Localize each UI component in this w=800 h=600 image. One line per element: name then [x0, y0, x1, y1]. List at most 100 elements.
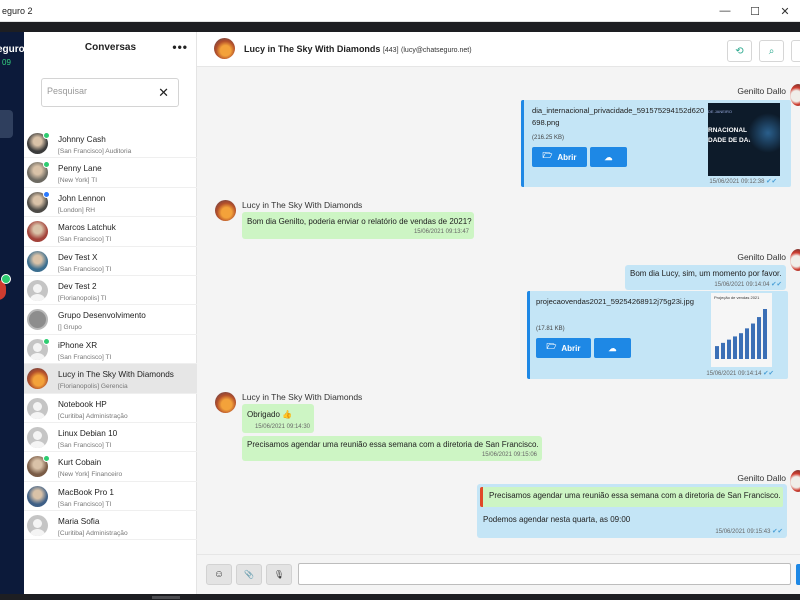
- send-button[interactable]: [796, 564, 800, 585]
- search-input[interactable]: [47, 86, 147, 96]
- smiley-icon: ☺: [213, 569, 225, 580]
- thumbs-up-icon: 👍: [282, 410, 293, 419]
- clear-search-icon[interactable]: ✕: [158, 85, 169, 101]
- more-header-button[interactable]: [791, 40, 800, 62]
- conversation-item[interactable]: Dev Test 2 [Florianopolis] TI: [24, 276, 197, 306]
- thumb-bar: [733, 336, 737, 359]
- download-button[interactable]: ☁: [594, 338, 631, 358]
- conversation-item[interactable]: Penny Lane [New York] TI: [24, 158, 197, 188]
- contact-avatar: [27, 279, 48, 301]
- message-input[interactable]: [298, 563, 791, 585]
- read-receipt-icon: ✔✔: [766, 178, 777, 185]
- sender-avatar: [790, 470, 800, 492]
- thumb-bar: [751, 323, 755, 359]
- contact-location: [San Francisco] TI: [58, 265, 112, 273]
- message-time: 15/06/2021 09:14:14 ✔✔: [706, 370, 774, 377]
- thumb-bar: [721, 342, 725, 359]
- microphone-button[interactable]: 🎙: [266, 564, 292, 585]
- read-receipt-icon: ✔✔: [763, 370, 774, 377]
- contact-name: MacBook Pro 1: [58, 487, 114, 497]
- contact-name: John Lennon: [58, 193, 106, 203]
- folder-icon: 🗁: [542, 151, 553, 160]
- microphone-icon: 🎙: [273, 570, 285, 579]
- conversation-item[interactable]: Kurt Cobain [New York] Financeiro: [24, 452, 197, 482]
- image-thumbnail[interactable]: DE JANEIRO RNACIONAL DA DADE DE DADOS: [708, 103, 780, 176]
- conversation-item[interactable]: iPhone XR [San Francisco] TI: [24, 335, 197, 365]
- thumb-bar: [763, 309, 767, 359]
- chat-panel: Lucy in The Sky With Diamonds [443] (luc…: [197, 32, 800, 594]
- app-navigation: eguro 09: [0, 32, 24, 594]
- message-bubble: Bom dia Lucy, sim, um momento por favor.…: [625, 265, 786, 290]
- presence-status-icon: [43, 132, 50, 139]
- search-icon: ⌕: [768, 45, 775, 57]
- close-button[interactable]: ✕: [770, 0, 800, 22]
- paperclip-icon: 📎: [244, 570, 254, 579]
- conversation-item[interactable]: Notebook HP [Curitiba] Administração: [24, 394, 197, 423]
- contact-avatar: [27, 485, 48, 507]
- conversation-item[interactable]: Linux Debian 10 [San Francisco] TI: [24, 423, 197, 453]
- thumb-bar: [727, 339, 731, 359]
- nav-item-selected[interactable]: [0, 110, 13, 138]
- image-thumbnail[interactable]: Projeção de vendas 2021: [711, 293, 772, 367]
- contact-name: Linux Debian 10: [58, 428, 118, 438]
- history-icon: ⟲: [735, 45, 744, 57]
- brand-version: 09: [2, 58, 11, 67]
- attach-button[interactable]: 📎: [236, 564, 262, 585]
- contact-avatar: [27, 426, 48, 448]
- message-time: 15/06/2021 09:12:38 ✔✔: [709, 178, 777, 185]
- presence-status-icon: [43, 455, 50, 463]
- message-text: Obrigado 👍: [247, 410, 293, 419]
- contact-name: Grupo Desenvolvimento: [58, 311, 146, 321]
- contact-name: Kurt Cobain: [58, 458, 102, 468]
- contact-location: [Curitiba] Administração: [58, 412, 128, 420]
- more-options-icon[interactable]: •••: [172, 40, 188, 54]
- download-button[interactable]: ☁: [590, 147, 627, 167]
- contact-name: iPhone XR: [58, 340, 98, 350]
- thumb-bar-chart: [715, 309, 767, 359]
- contact-name: Lucy in The Sky With Diamonds: [244, 44, 381, 54]
- thumb-bar: [757, 317, 761, 359]
- contact-location: [Florianopolis] TI: [58, 294, 107, 302]
- contact-name: Maria Sofia: [58, 517, 100, 527]
- conversation-item[interactable]: Grupo Desenvolvimento [] Grupo: [24, 305, 197, 335]
- contact-avatar: [214, 38, 235, 59]
- contact-name: Johnny Cash: [58, 135, 106, 144]
- thumb-bar: [745, 328, 749, 359]
- search-messages-button[interactable]: ⌕: [759, 40, 784, 62]
- sender-avatar: [790, 84, 800, 106]
- contact-location: [] Grupo: [58, 324, 82, 332]
- chat-header: Lucy in The Sky With Diamonds [443] (luc…: [197, 32, 800, 67]
- emoji-button[interactable]: ☺: [206, 564, 232, 585]
- minimize-button[interactable]: —: [710, 0, 740, 22]
- contact-location: [New York] TI: [58, 177, 98, 185]
- sender-avatar: [215, 392, 236, 413]
- conversation-item[interactable]: Maria Sofia [Curitiba] Administração: [24, 511, 197, 541]
- conversation-item[interactable]: Lucy in The Sky With Diamonds [Florianopo…: [24, 364, 197, 394]
- contact-name-line: Lucy in The Sky With Diamonds [443] (luc…: [244, 44, 472, 54]
- thumb-text-1: DE JANEIRO: [708, 109, 733, 114]
- open-file-button[interactable]: 🗁 Abrir: [532, 147, 587, 167]
- message-bubble: Bom dia Genilto, poderia enviar o relató…: [242, 212, 474, 239]
- message-composer: ☺ 📎 🎙: [197, 554, 800, 594]
- file-size: (17.81 KB): [536, 326, 565, 332]
- contact-name: Marcos Latchuk: [58, 223, 116, 233]
- message-text: Bom dia Lucy, sim, um momento por favor.: [630, 269, 782, 278]
- conversation-item[interactable]: Dev Test X [San Francisco] TI: [24, 247, 197, 276]
- history-button[interactable]: ⟲: [727, 40, 752, 62]
- sender-avatar: [215, 200, 236, 221]
- file-message: dia_internacional_privacidade_5915752941…: [521, 100, 791, 187]
- maximize-button[interactable]: ☐: [740, 0, 770, 22]
- conversation-item[interactable]: Johnny Cash [San Francisco] Auditoria: [24, 129, 197, 159]
- presence-status-icon: [43, 161, 50, 169]
- conversation-item[interactable]: Marcos Latchuk [San Francisco] TI: [24, 217, 197, 247]
- open-file-button[interactable]: 🗁 Abrir: [536, 338, 591, 358]
- message-bubble: Precisamos agendar uma reunião essa sema…: [477, 484, 787, 538]
- quoted-message[interactable]: Precisamos agendar uma reunião essa sema…: [480, 487, 783, 507]
- thumb-glow: [748, 113, 780, 153]
- message-time: 15/06/2021 09:15:06: [481, 452, 537, 458]
- contact-location: [San Francisco] TI: [58, 236, 112, 244]
- conversation-item[interactable]: John Lennon [London] RH: [24, 188, 197, 218]
- brand-name: eguro: [0, 44, 24, 55]
- conversation-list: Johnny Cash [San Francisco] Auditoria Penn…: [24, 129, 197, 541]
- conversation-item[interactable]: MacBook Pro 1 [San Francisco] TI: [24, 482, 197, 512]
